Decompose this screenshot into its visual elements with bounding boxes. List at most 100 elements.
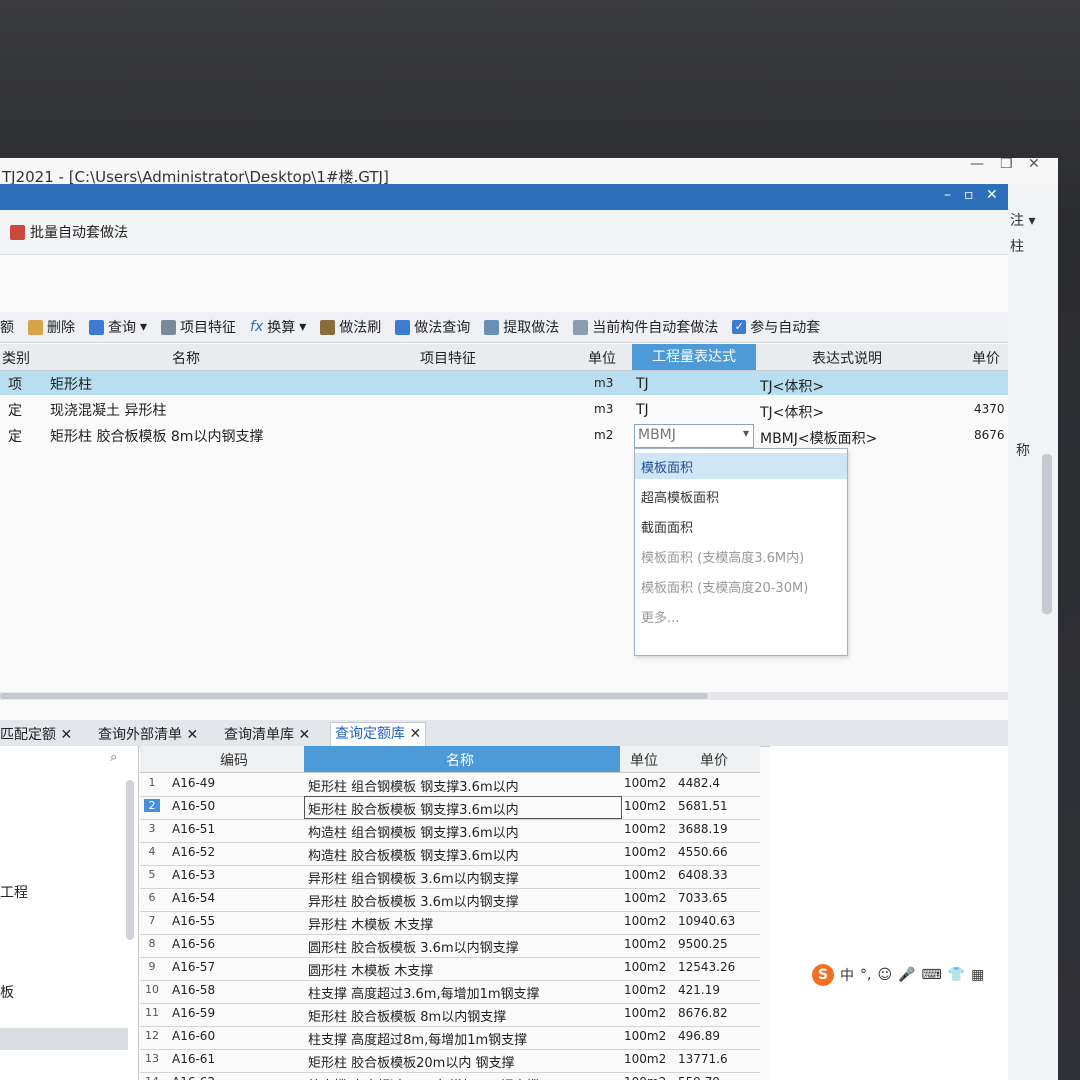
row1-desc: TJ<体积>: [760, 379, 825, 395]
toolbar-item-quota[interactable]: 额: [0, 317, 14, 337]
quota-code: A16-54: [172, 891, 216, 905]
keyboard-icon[interactable]: ⌨: [922, 967, 942, 983]
fx-icon: fx: [250, 319, 264, 335]
item-feature-button[interactable]: 项目特征: [161, 317, 236, 337]
row-index: 14: [144, 1075, 160, 1080]
dropdown-item-area-3-6[interactable]: 模板面积 (支模高度3.6M内): [641, 547, 804, 566]
punctuation-icon[interactable]: °,: [860, 967, 871, 983]
method-query-button[interactable]: 做法查询: [395, 317, 470, 337]
quota-code: A16-50: [172, 799, 216, 813]
tree-selected-item[interactable]: [0, 1028, 128, 1050]
quota-code: A16-62: [172, 1075, 215, 1080]
chevron-down-icon[interactable]: ▾: [743, 426, 749, 440]
extract-method-button[interactable]: 提取做法: [484, 317, 559, 337]
search-icon[interactable]: ⌕: [110, 750, 117, 765]
table-row[interactable]: 4 A16-52 构造柱 胶合板模板 钢支撑3.6m以内 100m2 4550.66: [140, 842, 760, 866]
delete-button[interactable]: 删除: [28, 317, 75, 337]
dropdown-item-area-20-30[interactable]: 模板面积 (支模高度20-30M): [641, 577, 808, 596]
quota-price: 4550.66: [678, 845, 728, 859]
participate-auto-checkbox[interactable]: ✓ 参与自动套: [732, 317, 820, 337]
quota-name: 圆形柱 胶合板模板 3.6m以内钢支撑: [308, 941, 519, 956]
screen: TJ2021 - [C:\Users\Administrator\Desktop…: [0, 158, 1058, 1080]
dropdown-item-template-area[interactable]: 模板面积: [641, 457, 693, 476]
row3-desc: MBMJ<模板面积>: [760, 431, 878, 447]
row-index: 2: [144, 799, 160, 812]
ime-lang[interactable]: 中: [840, 965, 854, 985]
dropdown-item-section-area[interactable]: 截面面积: [641, 517, 693, 536]
table-row[interactable]: 2 A16-50 矩形柱 胶合板模板 钢支撑3.6m以内 100m2 5681.51: [140, 796, 760, 820]
table-row[interactable]: 14 A16-62 柱支撑 高度超过20m,每增加1m 钢支撑 100m2 559.79: [140, 1072, 760, 1080]
side-scrollbar[interactable]: [1042, 454, 1052, 614]
brush-icon: [320, 319, 336, 335]
scroll-thumb[interactable]: [0, 693, 708, 699]
quota-price: 5681.51: [678, 799, 728, 813]
dialog-minimize-icon[interactable]: –: [944, 187, 951, 203]
table-row[interactable]: 13 A16-61 矩形柱 胶合板模板20m以内 钢支撑 100m2 13771.6: [140, 1049, 760, 1073]
row3-name: 矩形柱 胶合板模板 8m以内钢支撑: [50, 429, 264, 445]
batch-auto-method-button[interactable]: 批量自动套做法: [10, 222, 128, 242]
expr-combobox[interactable]: MBMJ ▾: [634, 424, 754, 448]
method-grid-header: 类别 名称 项目特征 单位 工程量表达式 表达式说明 单价: [0, 344, 1008, 371]
row-index: 12: [145, 1029, 159, 1042]
close-icon[interactable]: ✕: [186, 727, 198, 743]
quota-name: 圆形柱 木模板 木支撑: [308, 964, 434, 979]
quota-unit: 100m2: [624, 822, 667, 836]
row3-type: 定: [8, 429, 22, 445]
quota-header-code: 编码: [140, 746, 304, 773]
quota-unit: 100m2: [624, 937, 667, 951]
quota-price: 6408.33: [678, 868, 728, 882]
restore-icon[interactable]: ❐: [1000, 158, 1013, 172]
tab-match-quota[interactable]: 匹配定额 ✕: [0, 724, 72, 744]
table-row[interactable]: 5 A16-53 异形柱 组合钢模板 3.6m以内钢支撑 100m2 6408.33: [140, 865, 760, 889]
table-row[interactable]: 1 A16-49 矩形柱 组合钢模板 钢支撑3.6m以内 100m2 4482.4: [140, 773, 760, 797]
tree-label-slab[interactable]: 板: [0, 982, 14, 1002]
table-row[interactable]: 3 A16-51 构造柱 组合钢模板 钢支撑3.6m以内 100m2 3688.19: [140, 819, 760, 843]
close-icon[interactable]: ✕: [298, 727, 310, 743]
dialog-maximize-icon[interactable]: ▫: [964, 187, 974, 203]
dialog-close-icon[interactable]: ✕: [986, 187, 998, 203]
method-row-selected[interactable]: [0, 371, 1008, 395]
convert-button[interactable]: fx 换算 ▾: [250, 317, 306, 337]
emoji-icon[interactable]: ☺: [877, 967, 892, 983]
close-icon[interactable]: ✕: [409, 726, 421, 742]
table-row[interactable]: 8 A16-56 圆形柱 胶合板模板 3.6m以内钢支撑 100m2 9500.25: [140, 934, 760, 958]
side-label-name: 称: [1016, 443, 1030, 459]
minimize-icon[interactable]: —: [970, 158, 984, 172]
table-row[interactable]: 9 A16-57 圆形柱 木模板 木支撑 100m2 12543.26: [140, 957, 760, 981]
tab-external-list[interactable]: 查询外部清单 ✕: [98, 724, 198, 744]
method-brush-button[interactable]: 做法刷: [320, 317, 381, 337]
table-row[interactable]: 12 A16-60 柱支撑 高度超过8m,每增加1m钢支撑 100m2 496.89: [140, 1026, 760, 1050]
tree-scrollbar[interactable]: [126, 780, 134, 940]
table-row[interactable]: 7 A16-55 异形柱 木模板 木支撑 100m2 10940.63: [140, 911, 760, 935]
tab-quota-library[interactable]: 查询定额库 ✕: [330, 722, 427, 747]
row1-unit: m3: [594, 376, 614, 390]
grid-icon[interactable]: ▦: [971, 967, 984, 983]
skin-icon[interactable]: 👕: [948, 967, 965, 983]
tree-label-project[interactable]: 工程: [0, 882, 28, 902]
quota-price: 4482.4: [678, 776, 720, 790]
horizontal-scrollbar[interactable]: [0, 692, 1008, 700]
row2-type: 定: [8, 403, 22, 419]
tab-list-library[interactable]: 查询清单库 ✕: [224, 724, 310, 744]
microphone-icon[interactable]: 🎤: [898, 967, 915, 983]
bottom-tabs: 匹配定额 ✕ 查询外部清单 ✕ 查询清单库 ✕ 查询定额库 ✕: [0, 720, 1008, 747]
sogou-icon[interactable]: S: [812, 964, 834, 986]
dropdown-item-more[interactable]: 更多...: [641, 607, 679, 626]
query-button[interactable]: 查询 ▾: [89, 317, 147, 337]
row2-name: 现浇混凝土 异形柱: [50, 403, 167, 419]
quota-name: 矩形柱 胶合板模板20m以内 钢支撑: [308, 1056, 515, 1071]
row2-expr[interactable]: TJ: [636, 402, 649, 418]
row1-expr[interactable]: TJ: [636, 376, 649, 392]
dropdown-item-overheight-area[interactable]: 超高模板面积: [641, 487, 719, 506]
table-row[interactable]: 10 A16-58 柱支撑 高度超过3.6m,每增加1m钢支撑 100m2 421.19: [140, 980, 760, 1004]
close-icon[interactable]: ✕: [60, 727, 72, 743]
table-row[interactable]: 6 A16-54 异形柱 胶合板模板 3.6m以内钢支撑 100m2 7033.65: [140, 888, 760, 912]
quota-name: 柱支撑 高度超过8m,每增加1m钢支撑: [308, 1033, 528, 1048]
current-auto-method-button[interactable]: 当前构件自动套做法: [573, 317, 718, 337]
row1-type: 项: [8, 377, 22, 393]
quota-price: 421.19: [678, 983, 720, 997]
side-label-col: 注 ▾: [1010, 213, 1036, 229]
close-icon[interactable]: ✕: [1028, 158, 1040, 172]
table-row[interactable]: 11 A16-59 矩形柱 胶合板模板 8m以内钢支撑 100m2 8676.82: [140, 1003, 760, 1027]
quota-price: 7033.65: [678, 891, 728, 905]
